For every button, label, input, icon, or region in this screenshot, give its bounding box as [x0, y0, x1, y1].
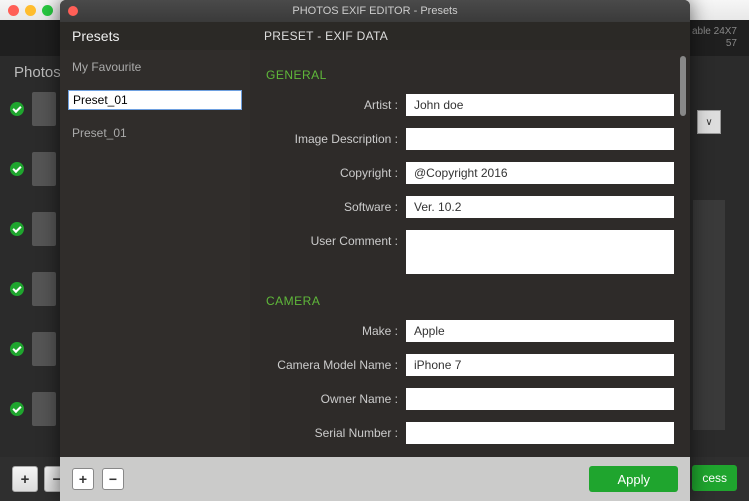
check-icon — [10, 282, 24, 296]
check-icon — [10, 222, 24, 236]
thumbnail — [32, 212, 56, 246]
thumbnail — [32, 152, 56, 186]
section-general: GENERAL — [266, 60, 674, 94]
check-icon — [10, 402, 24, 416]
check-icon — [10, 162, 24, 176]
bg-photos-heading: Photos — [14, 64, 61, 81]
row-imgdesc: Image Description : — [266, 128, 674, 150]
label-usercomment: User Comment : — [266, 230, 406, 248]
thumbnail — [32, 272, 56, 306]
preset-list: My Favourite Preset_01 — [60, 50, 250, 457]
bg-dropdown-button[interactable]: ∨ — [697, 110, 721, 134]
row-copyright: Copyright : — [266, 162, 674, 184]
bg-process-button[interactable]: cess — [692, 465, 737, 491]
input-imgdesc[interactable] — [406, 128, 674, 150]
label-copyright: Copyright : — [266, 162, 406, 180]
row-artist: Artist : — [266, 94, 674, 116]
modal-footer: + − Apply — [60, 457, 690, 501]
input-artist[interactable] — [406, 94, 674, 116]
row-make: Make : — [266, 320, 674, 342]
row-owner: Owner Name : — [266, 388, 674, 410]
presets-header-label: Presets — [60, 28, 250, 44]
scrollbar[interactable] — [680, 56, 686, 116]
modal-titlebar: PHOTOS EXIF EDITOR - Presets — [60, 0, 690, 22]
bg-thumb-row[interactable] — [10, 272, 56, 306]
preset-item-editing — [60, 84, 250, 116]
label-owner: Owner Name : — [266, 388, 406, 406]
modal-header: Presets PRESET - EXIF DATA — [60, 22, 690, 50]
chevron-down-icon: ∨ — [705, 117, 712, 128]
label-artist: Artist : — [266, 94, 406, 112]
input-copyright[interactable] — [406, 162, 674, 184]
detail-header-label: PRESET - EXIF DATA — [250, 29, 690, 43]
thumbnail — [32, 92, 56, 126]
input-software[interactable] — [406, 196, 674, 218]
label-serial: Serial Number : — [266, 422, 406, 440]
input-serial[interactable] — [406, 422, 674, 444]
label-software: Software : — [266, 196, 406, 214]
modal-title: PHOTOS EXIF EDITOR - Presets — [60, 5, 690, 17]
input-model[interactable] — [406, 354, 674, 376]
row-serial: Serial Number : — [266, 422, 674, 444]
bg-thumb-row[interactable] — [10, 212, 56, 246]
detail-panel: GENERAL Artist : Image Description : Cop… — [250, 50, 690, 457]
preset-item-favourite[interactable]: My Favourite — [60, 50, 250, 84]
bg-header-right: able 24X757 — [692, 26, 737, 50]
bg-thumb-row[interactable] — [10, 152, 56, 186]
check-icon — [10, 342, 24, 356]
add-preset-button[interactable]: + — [72, 468, 94, 490]
bg-add-button[interactable]: + — [12, 466, 38, 492]
row-model: Camera Model Name : — [266, 354, 674, 376]
presets-modal: PHOTOS EXIF EDITOR - Presets Presets PRE… — [60, 0, 690, 501]
modal-body: My Favourite Preset_01 GENERAL Artist : … — [60, 50, 690, 457]
bg-zoom-dot[interactable] — [42, 5, 53, 16]
apply-button[interactable]: Apply — [589, 466, 678, 492]
preset-item[interactable]: Preset_01 — [60, 116, 250, 150]
bg-thumb-row[interactable] — [10, 332, 56, 366]
bg-right-panel — [693, 200, 725, 430]
preset-name-input[interactable] — [68, 90, 242, 110]
textarea-usercomment[interactable] — [406, 230, 674, 274]
bg-thumb-row[interactable] — [10, 392, 56, 426]
bg-close-dot[interactable] — [8, 5, 19, 16]
check-icon — [10, 102, 24, 116]
bg-thumbnail-list — [10, 92, 56, 426]
label-model: Camera Model Name : — [266, 354, 406, 372]
thumbnail — [32, 392, 56, 426]
label-imgdesc: Image Description : — [266, 128, 406, 146]
row-usercomment: User Comment : — [266, 230, 674, 274]
input-owner[interactable] — [406, 388, 674, 410]
thumbnail — [32, 332, 56, 366]
bg-thumb-row[interactable] — [10, 92, 56, 126]
section-camera: CAMERA — [266, 286, 674, 320]
remove-preset-button[interactable]: − — [102, 468, 124, 490]
input-make[interactable] — [406, 320, 674, 342]
label-make: Make : — [266, 320, 406, 338]
bg-minimize-dot[interactable] — [25, 5, 36, 16]
row-software: Software : — [266, 196, 674, 218]
